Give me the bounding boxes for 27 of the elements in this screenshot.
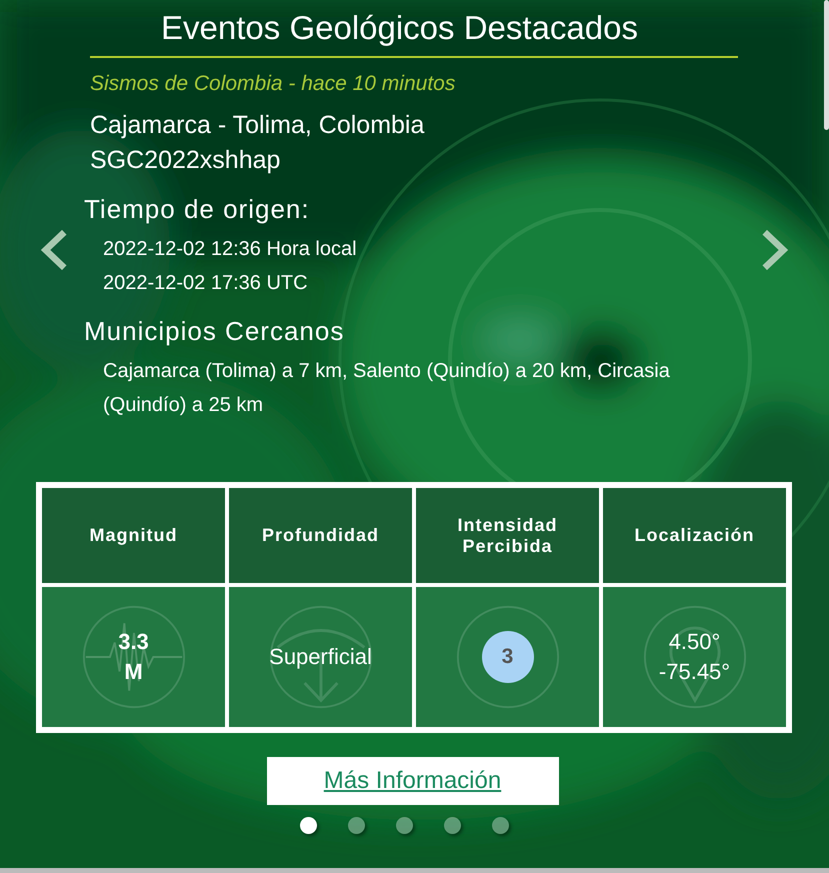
section-heading: Tiempo de origen: — [84, 193, 311, 226]
cell-value: M — [123, 658, 144, 686]
cell-value: 4.50° — [668, 628, 722, 656]
cell-value: Superficial — [269, 643, 372, 671]
page-dot[interactable] — [348, 817, 365, 834]
more-info-link[interactable]: Más Información — [266, 757, 558, 805]
page-dot[interactable] — [444, 817, 461, 834]
section-heading: Municipios Cercanos — [84, 315, 346, 348]
pin-icon — [642, 604, 748, 710]
nearby-towns: Cajamarca (Tolima) a 7 km, Salento (Quindío) a 20 km, Circasia (Quindío) a 25 km — [103, 359, 671, 418]
seismogram-icon — [80, 604, 186, 710]
cell-value: 3.3 — [118, 628, 149, 656]
section-title: Eventos Geológicos Destacados — [160, 8, 639, 48]
origin-time: 2022-12-02 17:36 UTC — [103, 271, 309, 296]
column-header: Profundidad — [229, 488, 412, 583]
column-header: Localización — [603, 488, 786, 583]
page-dot[interactable] — [396, 817, 413, 834]
cell-value: -75.45° — [658, 658, 730, 686]
column-header: Intensidad Percibida — [416, 488, 599, 583]
origin-time: 2022-12-02 12:36 Hora local — [103, 237, 358, 262]
ring-icon — [454, 604, 560, 710]
column-header: Magnitud — [42, 488, 225, 583]
source-caption: Sismos de Colombia - hace 10 minutos — [90, 72, 456, 96]
intensity-badge: 3 — [482, 631, 534, 683]
event-location: SGC2022xshhap — [90, 145, 282, 176]
page-dot[interactable] — [492, 817, 509, 834]
event-location: Cajamarca - Tolima, Colombia — [90, 110, 426, 141]
